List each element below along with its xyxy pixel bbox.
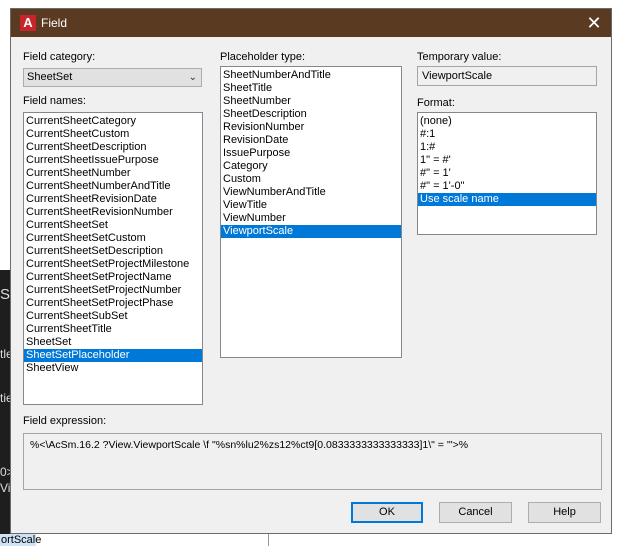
placeholder-type-item[interactable]: SheetDescription — [221, 108, 401, 121]
field-name-item[interactable]: CurrentSheetRevisionNumber — [24, 206, 202, 219]
field-name-item[interactable]: CurrentSheetSetProjectMilestone — [24, 258, 202, 271]
field-name-item[interactable]: CurrentSheetTitle — [24, 323, 202, 336]
format-item[interactable]: (none) — [418, 115, 596, 128]
placeholder-type-item[interactable]: ViewNumberAndTitle — [221, 186, 401, 199]
background-selected-cell: ortScale — [0, 534, 42, 546]
format-label: Format: — [417, 97, 455, 109]
close-button[interactable]: ✕ — [583, 12, 605, 34]
field-name-item[interactable]: CurrentSheetSetCustom — [24, 232, 202, 245]
field-name-item[interactable]: SheetView — [24, 362, 202, 375]
placeholder-type-item[interactable]: IssuePurpose — [221, 147, 401, 160]
field-name-item[interactable]: CurrentSheetRevisionDate — [24, 193, 202, 206]
field-names-label: Field names: — [23, 95, 86, 107]
placeholder-type-label: Placeholder type: — [220, 51, 305, 63]
placeholder-type-item[interactable]: RevisionDate — [221, 134, 401, 147]
dialog-title: Field — [41, 16, 68, 30]
placeholder-type-item[interactable]: Custom — [221, 173, 401, 186]
placeholder-type-item[interactable]: ViewTitle — [221, 199, 401, 212]
ok-button[interactable]: OK — [351, 502, 423, 523]
field-name-item[interactable]: CurrentSheetIssuePurpose — [24, 154, 202, 167]
help-button[interactable]: Help — [528, 502, 601, 523]
field-name-item[interactable]: CurrentSheetCategory — [24, 115, 202, 128]
placeholder-type-item[interactable]: SheetNumber — [221, 95, 401, 108]
format-item[interactable]: 1" = #' — [418, 154, 596, 167]
field-name-item[interactable]: CurrentSheetSetProjectName — [24, 271, 202, 284]
field-name-item[interactable]: CurrentSheetCustom — [24, 128, 202, 141]
format-item[interactable]: #" = 1' — [418, 167, 596, 180]
placeholder-type-item[interactable]: Category — [221, 160, 401, 173]
placeholder-type-item[interactable]: ViewNumber — [221, 212, 401, 225]
field-category-select[interactable]: SheetSet ⌄ — [23, 68, 202, 87]
field-name-item[interactable]: CurrentSheetNumber — [24, 167, 202, 180]
field-name-item[interactable]: CurrentSheetSubSet — [24, 310, 202, 323]
autocad-logo-icon: A — [20, 15, 36, 31]
field-category-label: Field category: — [23, 51, 96, 63]
field-name-item[interactable]: CurrentSheetDescription — [24, 141, 202, 154]
placeholder-type-list[interactable]: SheetNumberAndTitle SheetTitle SheetNumber… — [220, 66, 402, 358]
title-bar[interactable]: A Field ✕ — [11, 9, 611, 37]
format-item[interactable]: #:1 — [418, 128, 596, 141]
format-item[interactable]: 1:# — [418, 141, 596, 154]
background-divider — [268, 534, 269, 546]
field-expression-field[interactable]: %<\AcSm.16.2 ?View.ViewportScale \f "%sn… — [23, 433, 602, 490]
field-name-item[interactable]: CurrentSheetSet — [24, 219, 202, 232]
field-name-item[interactable]: SheetSet — [24, 336, 202, 349]
field-names-list[interactable]: CurrentSheetCategory CurrentSheetCustom Cu… — [23, 112, 203, 405]
field-expression-label: Field expression: — [23, 415, 107, 427]
format-list[interactable]: (none) #:1 1:# 1" = #' #" = 1' #" = 1'-0" Use … — [417, 112, 597, 235]
format-item[interactable]: #" = 1'-0" — [418, 180, 596, 193]
field-dialog: A Field ✕ Field category: SheetSet ⌄ Fie… — [10, 8, 612, 534]
placeholder-type-item[interactable]: RevisionNumber — [221, 121, 401, 134]
temporary-value-label: Temporary value: — [417, 51, 502, 63]
field-name-item[interactable]: CurrentSheetSetDescription — [24, 245, 202, 258]
temporary-value-field: ViewportScale — [417, 66, 597, 86]
field-name-item[interactable]: SheetSetPlaceholder — [24, 349, 202, 362]
field-name-item[interactable]: CurrentSheetSetProjectNumber — [24, 284, 202, 297]
field-category-value: SheetSet — [27, 71, 73, 83]
close-icon: ✕ — [586, 13, 602, 33]
placeholder-type-item[interactable]: SheetTitle — [221, 82, 401, 95]
chevron-down-icon: ⌄ — [188, 72, 197, 83]
background-fragment: S — [0, 286, 11, 303]
cancel-button[interactable]: Cancel — [439, 502, 512, 523]
field-name-item[interactable]: CurrentSheetNumberAndTitle — [24, 180, 202, 193]
format-item[interactable]: Use scale name — [418, 193, 596, 206]
placeholder-type-item[interactable]: ViewportScale — [221, 225, 401, 238]
field-name-item[interactable]: CurrentSheetSetProjectPhase — [24, 297, 202, 310]
placeholder-type-item[interactable]: SheetNumberAndTitle — [221, 69, 401, 82]
